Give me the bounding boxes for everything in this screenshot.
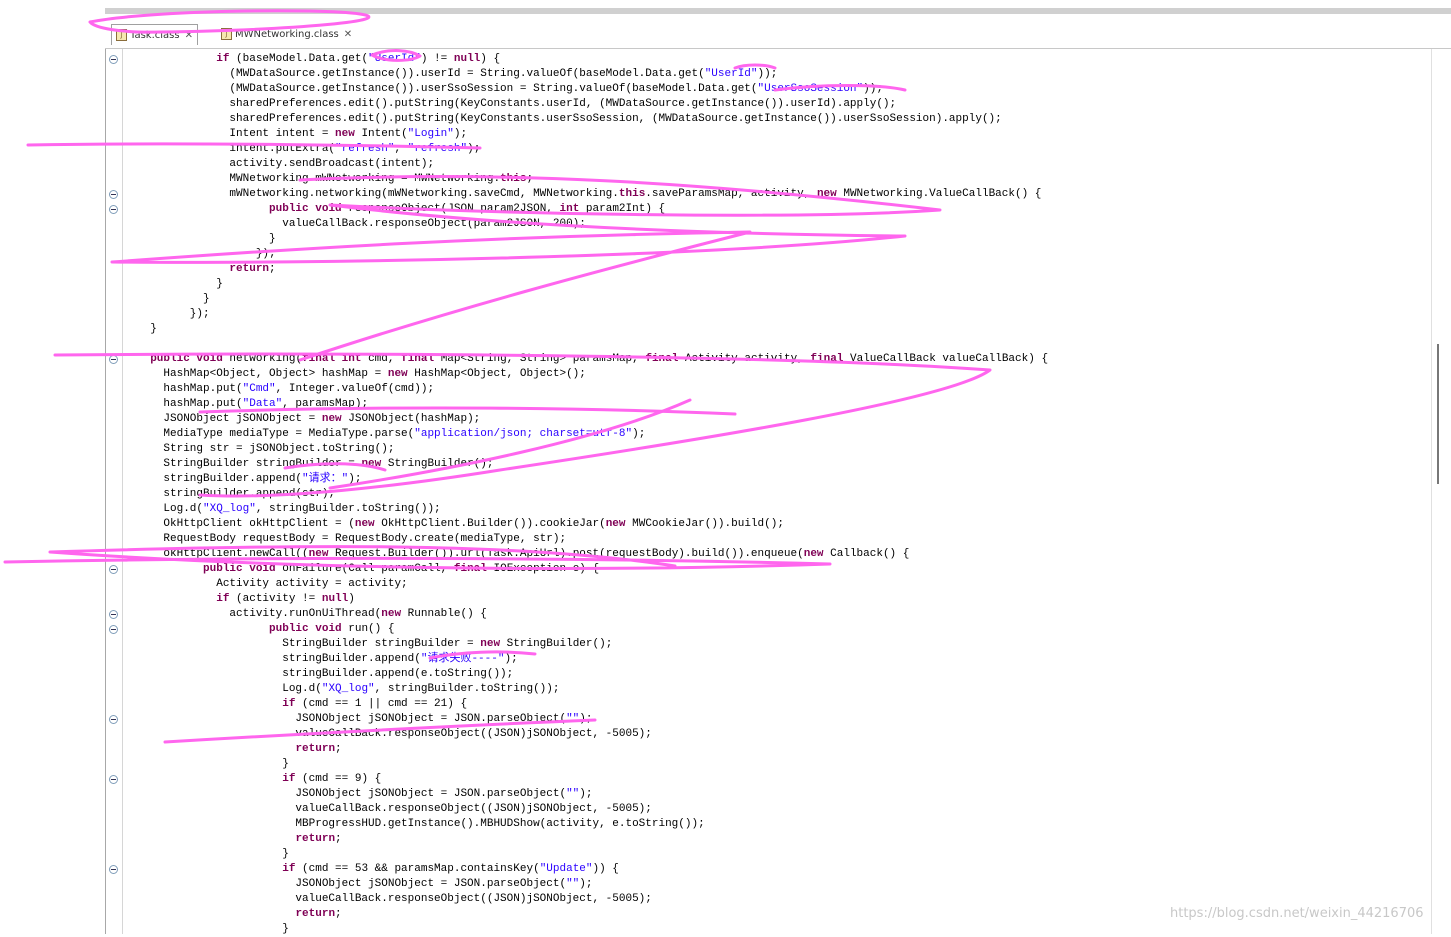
watermark: https://blog.csdn.net/weixin_44216706 [1170, 906, 1424, 921]
code-line[interactable]: valueCallBack.responseObject((JSON)jSONO… [137, 727, 1048, 742]
code-line[interactable]: valueCallBack.responseObject(param2JSON,… [137, 217, 1048, 232]
code-line[interactable]: Activity activity = activity; [137, 577, 1048, 592]
fold-toggle-icon[interactable] [109, 610, 118, 619]
code-line[interactable]: valueCallBack.responseObject((JSON)jSONO… [137, 802, 1048, 817]
code-line[interactable]: return; [137, 262, 1048, 277]
code-line[interactable]: stringBuilder.append("请求失败----"); [137, 652, 1048, 667]
fold-toggle-icon[interactable] [109, 190, 118, 199]
code-line[interactable]: activity.runOnUiThread(new Runnable() { [137, 607, 1048, 622]
fold-toggle-icon[interactable] [109, 565, 118, 574]
code-line[interactable]: RequestBody requestBody = RequestBody.cr… [137, 532, 1048, 547]
code-line[interactable]: } [137, 847, 1048, 862]
code-line[interactable]: hashMap.put("Cmd", Integer.valueOf(cmd))… [137, 382, 1048, 397]
class-file-icon: J [221, 28, 232, 40]
code-line[interactable]: if (activity != null) [137, 592, 1048, 607]
tab-mwnetworking-class[interactable]: J MWNetworking.class ✕ [221, 24, 352, 44]
fold-toggle-icon[interactable] [109, 865, 118, 874]
code-line[interactable]: }); [137, 247, 1048, 262]
fold-toggle-icon[interactable] [109, 205, 118, 214]
code-line[interactable]: stringBuilder.append(str); [137, 487, 1048, 502]
code-line[interactable]: String str = jSONObject.toString(); [137, 442, 1048, 457]
code-line[interactable]: StringBuilder stringBuilder = new String… [137, 637, 1048, 652]
code-line[interactable]: stringBuilder.append(e.toString()); [137, 667, 1048, 682]
tab-task-class[interactable]: J Task.class ✕ [111, 24, 198, 45]
code-line[interactable]: public void responseObject(JSON param2JS… [137, 202, 1048, 217]
code-line[interactable]: okHttpClient.newCall((new Request.Builde… [137, 547, 1048, 562]
code-line[interactable]: public void run() { [137, 622, 1048, 637]
code-line[interactable]: JSONObject jSONObject = new JSONObject(h… [137, 412, 1048, 427]
code-area[interactable]: if (baseModel.Data.get("UserId") != null… [137, 52, 1048, 937]
code-line[interactable]: JSONObject jSONObject = JSON.parseObject… [137, 877, 1048, 892]
code-line[interactable]: JSONObject jSONObject = JSON.parseObject… [137, 787, 1048, 802]
vertical-scrollbar[interactable] [1431, 49, 1451, 934]
code-line[interactable]: if (cmd == 53 && paramsMap.containsKey("… [137, 862, 1048, 877]
code-line[interactable]: (MWDataSource.getInstance()).userSsoSess… [137, 82, 1048, 97]
code-line[interactable]: intent.putExtra("refresh", "refresh"); [137, 142, 1048, 157]
code-line[interactable]: } [137, 292, 1048, 307]
editor-tab-bar: J Task.class ✕ J MWNetworking.class ✕ [105, 14, 1451, 49]
code-line[interactable]: JSONObject jSONObject = JSON.parseObject… [137, 712, 1048, 727]
code-editor[interactable]: if (baseModel.Data.get("UserId") != null… [105, 49, 1432, 937]
code-line[interactable]: HashMap<Object, Object> hashMap = new Ha… [137, 367, 1048, 382]
fold-toggle-icon[interactable] [109, 715, 118, 724]
code-line[interactable]: Intent intent = new Intent("Login"); [137, 127, 1048, 142]
code-line[interactable]: } [137, 757, 1048, 772]
code-line[interactable]: Log.d("XQ_log", stringBuilder.toString()… [137, 682, 1048, 697]
code-line[interactable]: } [137, 277, 1048, 292]
code-line[interactable]: public void onFailure(Call paramCall, fi… [137, 562, 1048, 577]
code-line[interactable]: MWNetworking mWNetworking = MWNetworking… [137, 172, 1048, 187]
code-line[interactable]: }); [137, 307, 1048, 322]
code-line[interactable]: sharedPreferences.edit().putString(KeyCo… [137, 112, 1048, 127]
code-line[interactable]: valueCallBack.responseObject((JSON)jSONO… [137, 892, 1048, 907]
code-line[interactable]: } [137, 922, 1048, 937]
tab-label: MWNetworking.class [235, 28, 339, 40]
code-line[interactable]: OkHttpClient okHttpClient = (new OkHttpC… [137, 517, 1048, 532]
close-icon[interactable]: ✕ [185, 30, 193, 41]
code-line[interactable]: activity.sendBroadcast(intent); [137, 157, 1048, 172]
scroll-thumb[interactable] [1437, 344, 1439, 484]
fold-toggle-icon[interactable] [109, 55, 118, 64]
code-line[interactable]: StringBuilder stringBuilder = new String… [137, 457, 1048, 472]
code-line[interactable]: if (cmd == 9) { [137, 772, 1048, 787]
class-file-icon: J [116, 29, 127, 41]
fold-toggle-icon[interactable] [109, 355, 118, 364]
code-line[interactable]: return; [137, 832, 1048, 847]
folding-ruler [106, 49, 123, 934]
code-line[interactable]: } [137, 322, 1048, 337]
code-line[interactable]: MediaType mediaType = MediaType.parse("a… [137, 427, 1048, 442]
code-line[interactable]: if (baseModel.Data.get("UserId") != null… [137, 52, 1048, 67]
code-line[interactable]: if (cmd == 1 || cmd == 21) { [137, 697, 1048, 712]
code-line[interactable]: public void networking(final int cmd, fi… [137, 352, 1048, 367]
fold-toggle-icon[interactable] [109, 625, 118, 634]
code-line[interactable]: (MWDataSource.getInstance()).userId = St… [137, 67, 1048, 82]
code-line[interactable]: Log.d("XQ_log", stringBuilder.toString()… [137, 502, 1048, 517]
code-line[interactable]: sharedPreferences.edit().putString(KeyCo… [137, 97, 1048, 112]
code-line[interactable]: return; [137, 742, 1048, 757]
code-line[interactable]: } [137, 232, 1048, 247]
code-line[interactable]: return; [137, 907, 1048, 922]
code-line[interactable]: MBProgressHUD.getInstance().MBHUDShow(ac… [137, 817, 1048, 832]
code-line[interactable]: hashMap.put("Data", paramsMap); [137, 397, 1048, 412]
tab-label: Task.class [130, 29, 180, 41]
code-line[interactable]: mWNetworking.networking(mWNetworking.sav… [137, 187, 1048, 202]
code-line[interactable]: stringBuilder.append("请求："); [137, 472, 1048, 487]
fold-toggle-icon[interactable] [109, 775, 118, 784]
code-line[interactable] [137, 337, 1048, 352]
close-icon[interactable]: ✕ [344, 29, 352, 40]
